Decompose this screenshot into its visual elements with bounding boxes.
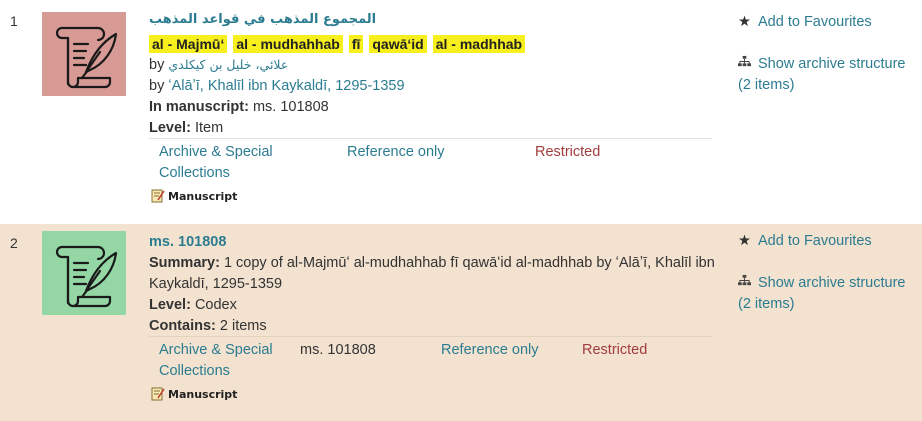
- in-manuscript-field: In manuscript: ms. 101808: [149, 97, 329, 117]
- field-value: ms. 101808: [252, 99, 329, 115]
- field-label: Contains:: [149, 318, 216, 334]
- divider: [149, 138, 712, 139]
- format-text: Manuscript: [168, 387, 238, 401]
- archive-structure-label: Show archive structure (2 items): [738, 56, 906, 93]
- format-label: Manuscript: [151, 189, 237, 203]
- favourite-label: Add to Favourites: [758, 233, 872, 249]
- by-label: by: [149, 57, 165, 73]
- title-word: al - Majmūʻ: [149, 35, 228, 53]
- by-label: by: [149, 78, 165, 94]
- field-label: In manuscript:: [149, 99, 249, 115]
- result-thumbnail[interactable]: [42, 231, 126, 315]
- add-to-favourites-link[interactable]: ★ Add to Favourites: [738, 231, 913, 252]
- author-arabic-link[interactable]: علائي، خليل بن كيكلدي: [168, 57, 288, 72]
- location-link[interactable]: Archive & Special Collections: [159, 340, 289, 382]
- title-arabic-link[interactable]: المجموع المذهب في قواعد المذهب: [149, 10, 376, 30]
- title-highlighted[interactable]: al - Majmūʻ al - mudhahhab fī qawāʻid al - m…: [149, 34, 531, 54]
- format-label: Manuscript: [151, 387, 237, 401]
- manuscript-icon: [151, 387, 165, 401]
- access-link[interactable]: Reference only: [441, 340, 539, 360]
- result-thumbnail[interactable]: [42, 12, 126, 96]
- title-word: qawāʻid: [369, 35, 427, 53]
- add-to-favourites-link[interactable]: ★ Add to Favourites: [738, 12, 913, 33]
- archive-structure-label: Show archive structure (2 items): [738, 275, 906, 312]
- result-item-2: 2 ms. 101808 Summary: 1 copy of al-Majmū…: [0, 224, 922, 421]
- title-word: al - madhhab: [432, 35, 526, 53]
- author-line-latin: by ʻAlāʼī, Khalīl ibn Kaykaldī, 1295-135…: [149, 76, 405, 96]
- field-value: Codex: [194, 297, 237, 313]
- field-value: 1 copy of al-Majmūʻ al-mudhahhab fī qawā…: [149, 255, 715, 292]
- field-value: Item: [194, 120, 224, 136]
- status-restricted: Restricted: [535, 144, 601, 160]
- title-word: al - mudhahhab: [233, 35, 343, 53]
- result-number: 1: [10, 13, 18, 29]
- result-number: 2: [10, 235, 18, 251]
- divider: [149, 336, 712, 337]
- location-link[interactable]: Archive & Special Collections: [159, 142, 309, 184]
- field-label: Level:: [149, 297, 191, 313]
- shelfmark: ms. 101808: [300, 342, 376, 358]
- manuscript-icon: [151, 189, 165, 203]
- sitemap-icon: [738, 273, 752, 294]
- field-label: Summary:: [149, 255, 220, 271]
- show-archive-structure-link[interactable]: Show archive structure (2 items): [738, 273, 913, 315]
- level-field: Level: Codex: [149, 295, 237, 315]
- status-restricted: Restricted: [582, 342, 648, 358]
- contains-field: Contains: 2 items: [149, 316, 267, 336]
- sitemap-icon: [738, 54, 752, 75]
- title-link[interactable]: ms. 101808: [149, 232, 226, 252]
- author-link[interactable]: ʻAlāʼī, Khalīl ibn Kaykaldī, 1295-1359: [168, 78, 404, 94]
- scroll-quill-icon: [55, 245, 118, 308]
- star-icon: ★: [738, 233, 751, 249]
- title-word: fī: [348, 35, 364, 53]
- result-item-1: 1 المجموع المذهب في قواعد المذهب al - Ma…: [0, 0, 922, 224]
- field-label: Level:: [149, 120, 191, 136]
- field-value: 2 items: [219, 318, 267, 334]
- show-archive-structure-link[interactable]: Show archive structure (2 items): [738, 54, 913, 96]
- author-line-arabic: by علائي، خليل بن كيكلدي: [149, 55, 288, 75]
- level-field: Level: Item: [149, 118, 223, 138]
- star-icon: ★: [738, 14, 751, 30]
- favourite-label: Add to Favourites: [758, 14, 872, 30]
- access-link[interactable]: Reference only: [347, 142, 445, 162]
- summary-field: Summary: 1 copy of al-Majmūʻ al-mudhahha…: [149, 253, 719, 295]
- format-text: Manuscript: [168, 189, 238, 203]
- scroll-quill-icon: [55, 26, 118, 89]
